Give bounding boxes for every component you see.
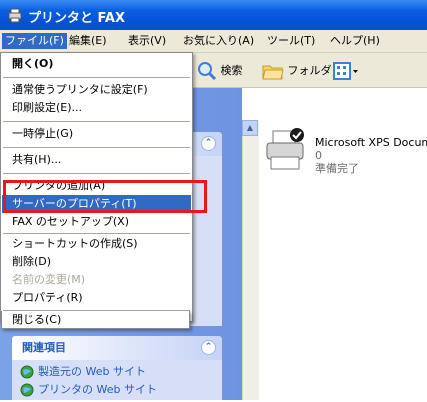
menu-separator [3, 77, 190, 78]
menu-item-rename: 名前の変更(M) [12, 273, 86, 286]
highlight-annotation [3, 180, 207, 213]
collapse-icon[interactable]: ⌃ [201, 340, 216, 355]
globe-icon [20, 383, 34, 397]
scrollbar[interactable] [242, 120, 259, 400]
search-icon [197, 62, 221, 81]
related-link-manufacturer[interactable]: 製造元の Web サイト [20, 364, 146, 380]
menu-item-properties[interactable]: プロパティ(R) [2, 289, 191, 307]
printer-folder-icon [7, 7, 23, 23]
printer-item[interactable]: Microsoft XPS Docum 0 準備完了 [263, 127, 427, 177]
menu-item-open[interactable]: 開く(O) [2, 55, 191, 73]
related-link-printer-site[interactable]: プリンタの Web サイト [20, 382, 157, 398]
folder-icon [262, 64, 288, 80]
views-button[interactable] [333, 61, 359, 81]
menu-item-share[interactable]: 共有(H)... [2, 151, 191, 169]
title-bar: プリンタと FAX [0, 0, 427, 30]
menu-separator [3, 233, 190, 234]
related-panel-body: 製造元の Web サイト プリンタの Web サイト [12, 360, 222, 400]
related-header: 関連項目 ⌃ [12, 336, 222, 360]
related-header-label: 関連項目 [22, 341, 66, 354]
menu-item-pause[interactable]: 一時停止(G) [2, 125, 191, 143]
printer-status: 準備完了 [315, 162, 359, 175]
menu-file[interactable]: ファイル(F) [2, 33, 67, 49]
menu-bar: ファイル(F) 編集(E) 表示(V) お気に入り(A) ツール(T) ヘルプ(… [0, 30, 427, 53]
views-icon [333, 62, 359, 80]
menu-item-close[interactable]: 閉じる(C) [1, 311, 190, 329]
window-title: プリンタと FAX [28, 11, 125, 26]
menu-favorites[interactable]: お気に入り(A) [180, 33, 257, 49]
collapse-icon[interactable]: ⌃ [201, 136, 216, 151]
menu-item-create-shortcut[interactable]: ショートカットの作成(S) [2, 235, 191, 253]
folders-button[interactable]: フォルダ [262, 61, 332, 81]
menu-edit[interactable]: 編集(E) [66, 33, 110, 49]
menu-separator [3, 147, 190, 148]
printer-name: Microsoft XPS Docum [315, 136, 427, 149]
menu-separator [3, 121, 190, 122]
search-button[interactable]: 検索 [197, 61, 243, 81]
menu-tools[interactable]: ツール(T) [264, 33, 318, 49]
search-button-label: 検索 [220, 64, 243, 77]
printer-icon [263, 127, 311, 178]
globe-icon [20, 365, 34, 379]
menu-item-fax-setup[interactable]: FAX のセットアップ(X) [2, 213, 191, 231]
menu-item-print-settings[interactable]: 印刷設定(E)... [2, 99, 191, 117]
menu-help[interactable]: ヘルプ(H) [327, 33, 383, 49]
menu-item-delete[interactable]: 削除(D) [2, 253, 191, 271]
scroll-up-icon[interactable]: ▲ [242, 120, 258, 136]
menu-view[interactable]: 表示(V) [125, 33, 169, 49]
menu-separator [3, 173, 190, 174]
menu-item-set-default[interactable]: 通常使うプリンタに設定(F) [2, 81, 191, 99]
folders-button-label: フォルダ [287, 64, 332, 77]
